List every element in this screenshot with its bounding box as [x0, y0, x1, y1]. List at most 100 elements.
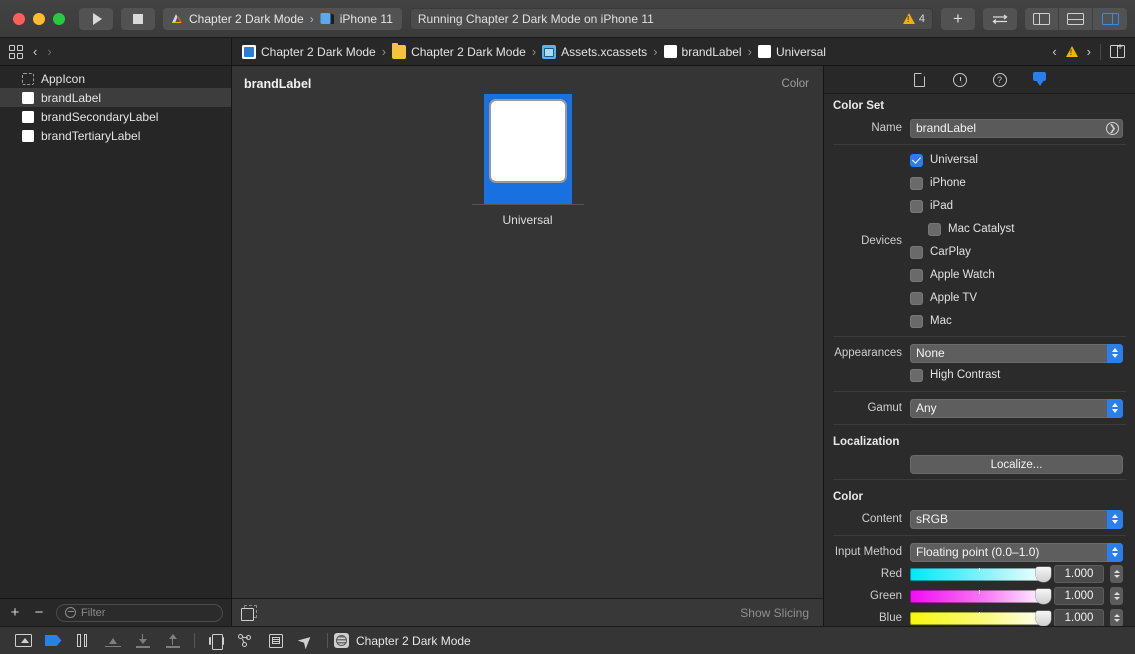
left-panel-icon	[1033, 12, 1050, 25]
device-checkbox-apple-watch[interactable]: Apple Watch	[910, 266, 995, 284]
help-inspector-tab[interactable]: ?	[991, 71, 1009, 89]
device-checkbox-apple-tv[interactable]: Apple TV	[910, 289, 977, 307]
input-method-select[interactable]: Floating point (0.0–1.0)	[910, 542, 1123, 562]
zoom-window-button[interactable]	[53, 12, 65, 25]
green-value-input[interactable]: 1.000	[1054, 587, 1104, 605]
step-into-button[interactable]	[128, 630, 158, 652]
chevron-updown-icon[interactable]	[1107, 509, 1123, 529]
chevron-updown-icon[interactable]	[1107, 343, 1123, 363]
slider-thumb[interactable]	[1036, 588, 1051, 604]
toggle-breakpoints-button[interactable]	[38, 630, 68, 652]
navigator-chooser-icon[interactable]	[9, 44, 23, 59]
chevron-updown-icon[interactable]	[1107, 398, 1123, 418]
checkbox-icon[interactable]	[928, 222, 941, 236]
file-inspector-tab[interactable]	[911, 71, 929, 89]
red-slider[interactable]	[910, 566, 1051, 582]
green-stepper[interactable]	[1110, 587, 1123, 605]
blue-stepper[interactable]	[1110, 609, 1123, 626]
minimize-window-button[interactable]	[33, 12, 45, 25]
blue-value-input[interactable]: 1.000	[1054, 609, 1104, 626]
device-label: Universal	[930, 154, 978, 166]
name-input[interactable]: brandLabel ❯	[910, 118, 1123, 138]
list-item-brandsecondarylabel[interactable]: brandSecondaryLabel	[0, 107, 231, 126]
stop-button[interactable]	[121, 7, 155, 30]
divider	[1100, 43, 1101, 60]
stack-view-icon[interactable]	[241, 605, 257, 621]
list-item-appicon[interactable]: AppIcon	[0, 69, 231, 88]
list-item-brandtertiarylabel[interactable]: brandTertiaryLabel	[0, 126, 231, 145]
gamut-select[interactable]: Any	[910, 398, 1123, 418]
attributes-inspector-tab[interactable]	[1031, 71, 1049, 89]
warning-triangle-icon[interactable]	[1065, 46, 1078, 57]
simulate-location-button[interactable]	[291, 630, 321, 652]
step-out-button[interactable]	[158, 630, 188, 652]
input-method-label: Input Method	[834, 546, 902, 558]
add-asset-button[interactable]: +	[8, 605, 22, 620]
debug-view-hierarchy-button[interactable]	[201, 630, 231, 652]
environment-overrides-button[interactable]	[261, 630, 291, 652]
green-slider[interactable]	[910, 588, 1051, 604]
high-contrast-checkbox[interactable]: High Contrast	[910, 366, 1000, 384]
device-checkbox-universal[interactable]: Universal	[910, 151, 978, 169]
warnings-chip[interactable]: 4	[902, 13, 925, 25]
checkbox-icon[interactable]	[910, 268, 923, 282]
color-swatch-selected[interactable]	[483, 94, 572, 204]
breadcrumb-item-folder[interactable]: Chapter 2 Dark Mode	[392, 42, 526, 59]
breadcrumb-item-universal[interactable]: Universal	[757, 45, 826, 59]
checkbox-icon[interactable]	[910, 153, 923, 167]
back-button[interactable]: ‹	[33, 44, 37, 59]
device-checkbox-carplay[interactable]: CarPlay	[910, 243, 971, 261]
checkbox-icon[interactable]	[910, 314, 923, 328]
scheme-selector[interactable]: Chapter 2 Dark Mode › iPhone 11	[163, 7, 402, 30]
localization-section-title: Localization	[833, 436, 900, 448]
slider-thumb[interactable]	[1036, 566, 1051, 582]
run-button[interactable]	[79, 7, 113, 30]
red-value-input[interactable]: 1.000	[1054, 565, 1104, 583]
show-slicing-button[interactable]: Show Slicing	[740, 606, 809, 620]
previous-issue-button[interactable]: ‹	[1052, 44, 1056, 59]
localize-button[interactable]: Localize...	[910, 455, 1123, 474]
color-swatch-cell[interactable]	[483, 94, 572, 204]
device-checkbox-ipad[interactable]: iPad	[910, 197, 953, 215]
chevron-updown-icon[interactable]	[1107, 542, 1123, 562]
editor-options-button[interactable]	[983, 7, 1017, 30]
blue-slider[interactable]	[910, 610, 1051, 626]
play-icon	[92, 12, 102, 25]
filter-input[interactable]: Filter	[56, 603, 223, 622]
toggle-inspector-button[interactable]	[1093, 8, 1127, 30]
red-stepper[interactable]	[1110, 565, 1123, 583]
checkbox-icon[interactable]	[910, 245, 923, 259]
process-name-label[interactable]: Chapter 2 Dark Mode	[356, 634, 471, 648]
breadcrumb-item-colorset[interactable]: brandLabel	[663, 45, 742, 59]
slider-thumb[interactable]	[1036, 610, 1051, 626]
activity-status-bar[interactable]: Running Chapter 2 Dark Mode on iPhone 11…	[409, 7, 933, 30]
asset-canvas[interactable]: brandLabel Color Universal	[232, 66, 823, 598]
add-editor-button[interactable]: +	[941, 7, 975, 30]
toggle-navigator-button[interactable]	[1025, 7, 1059, 30]
toggle-debug-area-button[interactable]	[1059, 7, 1093, 30]
content-select[interactable]: sRGB	[910, 509, 1123, 529]
forward-button[interactable]: ›	[47, 44, 51, 59]
add-assistant-editor-icon[interactable]	[1110, 42, 1125, 58]
breadcrumb-item-assets[interactable]: Assets.xcassets	[542, 44, 647, 59]
checkbox-icon[interactable]	[910, 291, 923, 305]
checkbox-icon[interactable]	[910, 368, 923, 382]
next-issue-button[interactable]: ›	[1087, 44, 1091, 59]
breadcrumb-item-project[interactable]: Chapter 2 Dark Mode	[242, 44, 376, 59]
device-checkbox-mac[interactable]: Mac	[910, 312, 952, 330]
checkbox-icon[interactable]	[910, 176, 923, 190]
asset-kind-label: Color	[781, 78, 809, 90]
reveal-icon[interactable]: ❯	[1106, 121, 1119, 135]
list-item-brandlabel[interactable]: brandLabel	[0, 88, 231, 107]
pause-button[interactable]	[68, 630, 98, 652]
appearances-select[interactable]: None	[910, 343, 1123, 363]
close-window-button[interactable]	[13, 12, 25, 25]
debug-memory-graph-button[interactable]	[231, 630, 261, 652]
device-checkbox-mac-catalyst[interactable]: Mac Catalyst	[928, 220, 1014, 238]
device-checkbox-iphone[interactable]: iPhone	[910, 174, 966, 192]
toggle-console-button[interactable]	[8, 630, 38, 652]
history-inspector-tab[interactable]	[951, 71, 969, 89]
remove-asset-button[interactable]: −	[32, 605, 46, 620]
step-over-button[interactable]	[98, 630, 128, 652]
checkbox-icon[interactable]	[910, 199, 923, 213]
